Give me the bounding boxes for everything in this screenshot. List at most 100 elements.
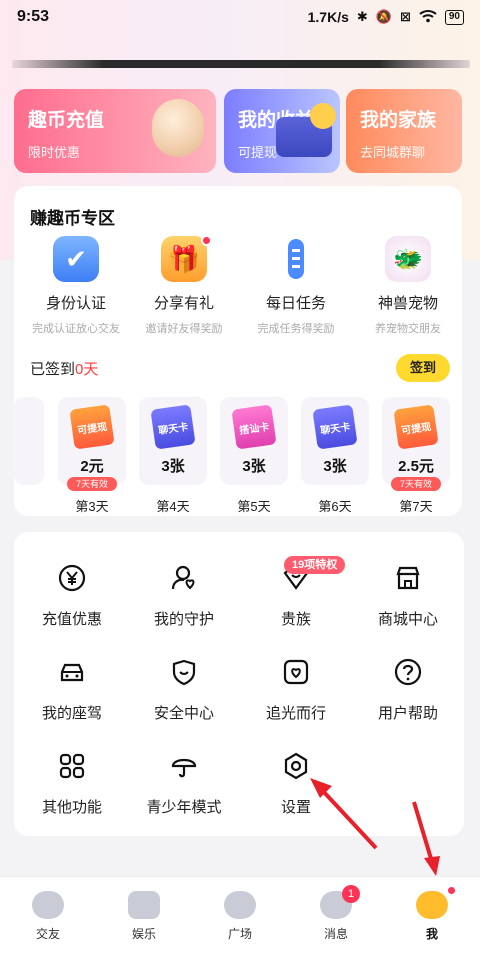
grid-icon <box>56 750 88 782</box>
tab-entertainment[interactable]: 娱乐 <box>104 891 184 942</box>
earn-item-desc: 邀请好友得奖励 <box>145 323 223 335</box>
menu-label: 青少年模式 <box>146 799 222 816</box>
menu-label: 充值优惠 <box>41 611 102 628</box>
mute-icon: 🔕 <box>375 9 392 24</box>
earn-item-pet[interactable]: 🐲 神兽宠物 养宠物交朋友 <box>352 236 464 336</box>
card-title: 我的家族 <box>360 110 437 131</box>
menu-label: 追光而行 <box>265 705 326 722</box>
checkin-prefix: 已签到 <box>30 361 76 378</box>
message-count-badge: 1 <box>342 885 360 903</box>
guard-user-icon <box>168 562 200 594</box>
menu-security[interactable]: 安全中心 <box>128 656 240 723</box>
my-family-card[interactable]: 我的家族 去同城群聊 <box>346 89 462 173</box>
tab-plaza[interactable]: 广场 <box>200 891 280 942</box>
vip-privileges-badge: 19项特权 <box>284 556 346 574</box>
photo-heart-icon <box>280 656 312 688</box>
menu-settings[interactable]: 设置 <box>240 750 352 817</box>
menu-guard[interactable]: 我的守护 <box>128 562 240 629</box>
menu-label: 我的守护 <box>153 611 214 628</box>
menu-label: 安全中心 <box>153 705 214 722</box>
battery-icon: 90 <box>444 9 464 25</box>
earn-item-daily-task[interactable]: 每日任务 完成任务得奖励 <box>240 236 352 336</box>
car-icon <box>56 656 88 688</box>
day-label: 第7天 <box>399 499 433 514</box>
reward-value: 2元 <box>80 458 104 475</box>
network-speed: 1.7K/s <box>307 9 349 25</box>
earn-item-desc: 完成认证放心交友 <box>32 323 120 335</box>
day-card-7[interactable]: 可提现 2.5元 7天有效 <box>382 397 450 491</box>
day-label: 第5天 <box>237 499 271 514</box>
day-card-3[interactable]: 可提现 2元 7天有效 <box>58 397 126 491</box>
earn-item-label: 分享有礼 <box>153 295 214 312</box>
reward-card-icon: 可提现 <box>393 404 439 450</box>
earn-item-identity[interactable]: ✔ 身份认证 完成认证放心交友 <box>20 236 132 336</box>
day-label: 第4天 <box>156 499 190 514</box>
earn-item-label: 每日任务 <box>265 295 326 312</box>
menu-label: 我的座驾 <box>41 705 102 722</box>
earn-item-label: 神兽宠物 <box>377 295 438 312</box>
menu-recharge[interactable]: 充值优惠 <box>16 562 128 629</box>
earn-item-desc: 养宠物交朋友 <box>375 323 441 335</box>
planet-icon <box>224 891 256 919</box>
task-tube-icon <box>273 236 319 282</box>
my-earnings-card[interactable]: 我的收益 可提现 <box>224 89 340 173</box>
pet-beast-icon: 🐲 <box>385 236 431 282</box>
menu-label: 贵族 <box>280 611 311 628</box>
reward-value: 3张 <box>161 458 185 475</box>
menu-other[interactable]: 其他功能 <box>16 750 128 817</box>
section-title: 赚趣币专区 <box>30 209 115 228</box>
day-card-5[interactable]: 搭讪卡 3张 <box>220 397 288 485</box>
store-icon <box>392 562 424 594</box>
checkin-button[interactable]: 签到 <box>396 354 450 382</box>
tab-messages[interactable]: 1 消息 <box>296 885 376 942</box>
menu-label: 商城中心 <box>377 611 438 628</box>
yen-icon <box>56 562 88 594</box>
earn-item-label: 身份认证 <box>45 295 106 312</box>
shield-check-icon: ✔ <box>53 236 99 282</box>
tab-label: 交友 <box>35 927 60 941</box>
reward-value: 3张 <box>242 458 266 475</box>
reward-value: 3张 <box>323 458 347 475</box>
menu-label: 其他功能 <box>41 799 102 816</box>
status-time: 9:53 <box>17 8 50 25</box>
tab-friends[interactable]: 交友 <box>8 891 88 942</box>
status-bar: 9:53 1.7K/s ✱ 🔕 ⊠ 90 <box>0 0 480 34</box>
checkin-status: 已签到0天 <box>30 358 98 379</box>
coin-recharge-card[interactable]: 趣币充值 限时优惠 <box>14 89 216 173</box>
menu-teen-mode[interactable]: 青少年模式 <box>128 750 240 817</box>
reward-badge: 7天有效 <box>67 477 117 491</box>
banner-strip[interactable] <box>12 60 470 68</box>
menu-label: 用户帮助 <box>377 705 438 722</box>
menu-car[interactable]: 我的座驾 <box>16 656 128 723</box>
settings-hex-icon <box>280 750 312 782</box>
reward-card-icon: 聊天卡 <box>312 404 358 450</box>
gift-box-icon: 🎁 <box>161 236 207 282</box>
tab-me[interactable]: 我 <box>392 885 472 942</box>
tab-label: 广场 <box>227 927 252 941</box>
notification-dot <box>446 885 457 896</box>
menu-help[interactable]: 用户帮助 <box>352 656 464 723</box>
day-card-partial <box>14 397 44 485</box>
tab-label: 娱乐 <box>131 927 156 941</box>
reward-value: 2.5元 <box>398 458 434 475</box>
video-icon <box>128 891 160 919</box>
day-card-6[interactable]: 聊天卡 3张 <box>301 397 369 485</box>
tab-label: 我 <box>425 927 438 941</box>
help-icon <box>392 656 424 688</box>
coin-icon <box>152 99 204 157</box>
bottom-tab-bar: 交友 娱乐 广场 1 消息 我 <box>0 876 480 960</box>
menu-label: 设置 <box>280 799 311 816</box>
umbrella-icon <box>168 750 200 782</box>
menu-store[interactable]: 商城中心 <box>352 562 464 629</box>
earn-item-share[interactable]: 🎁 分享有礼 邀请好友得奖励 <box>128 236 240 336</box>
bluetooth-icon: ✱ <box>356 9 368 24</box>
notification-dot <box>201 235 212 246</box>
menu-chase-light[interactable]: 追光而行 <box>240 656 352 723</box>
day-card-4[interactable]: 聊天卡 3张 <box>139 397 207 485</box>
wallet-icon <box>276 103 336 157</box>
checkin-days: 0天 <box>75 361 99 378</box>
wifi-icon <box>419 9 437 26</box>
avatar-icon <box>416 891 448 919</box>
day-label: 第3天 <box>75 499 109 514</box>
day-label: 第6天 <box>318 499 352 514</box>
